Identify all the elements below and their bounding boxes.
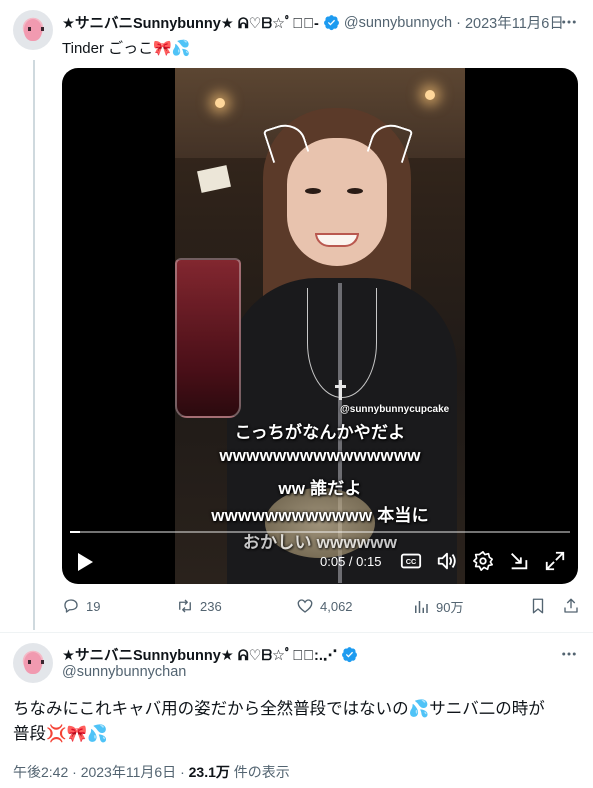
tweet-date[interactable]: 2023年11月6日: [81, 764, 176, 780]
person-eye: [347, 188, 363, 194]
scene-card: [197, 165, 231, 193]
sweat-droplets-emoji: 💦: [171, 40, 191, 57]
separator-dot: ·: [72, 764, 77, 780]
verified-badge-icon[interactable]: [323, 14, 340, 31]
views-chart-icon: [415, 600, 428, 613]
video-caption: wwwwwwwwwwwwwww: [219, 446, 421, 465]
tweet-text-body: Tinder ごっこ: [62, 40, 154, 57]
user-handle[interactable]: @sunnybunnych: [344, 15, 452, 31]
reply-button[interactable]: 19: [62, 597, 100, 615]
bookmark-icon[interactable]: [529, 597, 547, 615]
repost-icon: [179, 599, 191, 613]
tweet-original[interactable]: ★サニバニSunnybunny★ ᕱ♡ᗷ☆ﾟ∿ﾟ- @sunnybunnych …: [0, 0, 593, 632]
ribbon-emoji: 🎀: [66, 725, 88, 743]
more-icon[interactable]: [558, 643, 580, 665]
repost-count: 236: [200, 598, 222, 614]
video-progress-bar[interactable]: [70, 531, 570, 533]
tweet-text: Tinder ごっこ🎀💦: [62, 37, 191, 58]
avatar[interactable]: [13, 643, 53, 683]
cross-pendant: [335, 380, 347, 400]
video-caption: ww 誰だよ: [278, 479, 362, 498]
anger-emoji: 💢: [46, 725, 67, 743]
fullscreen-icon[interactable]: [544, 550, 566, 572]
ribbon-emoji: 🎀: [153, 40, 172, 57]
tweet-time[interactable]: 午後2:42: [13, 764, 68, 780]
scene-lamp: [425, 90, 435, 100]
views-count: 23.1万: [188, 764, 230, 780]
like-button[interactable]: 4,062: [296, 597, 353, 615]
tweet-meta: 午後2:42 · 2023年11月6日 · 23.1万 件の表示: [13, 762, 290, 782]
tweet-text-line1: ちなみにこれキャバ用の姿だから全然普段ではないの: [13, 700, 409, 718]
views-label: 件の表示: [233, 764, 290, 780]
like-count: 4,062: [320, 598, 353, 614]
heart-icon: [297, 599, 313, 613]
person-eye: [305, 188, 321, 194]
tweet-text-line2: 普段: [13, 725, 46, 743]
avatar[interactable]: [13, 10, 53, 50]
reply-icon: [64, 599, 78, 613]
video-caption: こっちがなんかやだよ: [234, 423, 406, 442]
exit-icon[interactable]: [508, 550, 530, 572]
verified-badge-icon[interactable]: [341, 646, 358, 663]
tweet-text: ちなみにこれキャバ用の姿だから全然普段ではないの💦サニバ二の時が 普段💢🎀💦: [13, 697, 573, 747]
tweet-timestamp[interactable]: 2023年11月6日: [465, 12, 564, 33]
volume-icon[interactable]: [436, 550, 458, 572]
more-icon[interactable]: [558, 11, 580, 33]
user-handle[interactable]: @sunnybunnychan: [62, 664, 186, 680]
display-name[interactable]: ★サニバニSunnybunny★ ᕱ♡ᗷ☆ﾟ∿ﾟ:.⋰: [62, 644, 337, 665]
views-button[interactable]: 90万: [412, 597, 463, 616]
video-player[interactable]: @sunnybunnycupcake こっちがなんかやだよ wwwwwwwwww…: [62, 68, 578, 584]
views-count: 90万: [436, 600, 464, 615]
scene-lamp: [215, 98, 225, 108]
tweet-divider: [0, 632, 593, 633]
tweet-header: ★サニバニSunnybunny★ ᕱ♡ᗷ☆ﾟ∿ﾟ:.⋰: [62, 644, 362, 665]
play-icon[interactable]: [76, 552, 94, 572]
video-time: 0:05 / 0:15: [320, 554, 382, 569]
video-watermark: @sunnybunnycupcake: [340, 404, 450, 415]
video-progress-fill: [70, 531, 80, 533]
svg-text:CC: CC: [406, 557, 417, 566]
sweat-droplets-emoji: 💦: [87, 725, 108, 743]
share-icon[interactable]: [562, 597, 580, 615]
tweet-text-line1-tail: サニバ二の時が: [429, 700, 545, 718]
sweat-droplets-emoji: 💦: [408, 700, 430, 718]
captions-icon[interactable]: CC: [400, 550, 422, 572]
separator-dot: ·: [456, 14, 461, 31]
drink-glass: [175, 258, 241, 418]
settings-icon[interactable]: [472, 550, 494, 572]
separator-dot: ·: [180, 764, 185, 780]
repost-button[interactable]: 236: [176, 597, 222, 615]
display-name[interactable]: ★サニバニSunnybunny★ ᕱ♡ᗷ☆ﾟ∿ﾟ-: [62, 12, 319, 33]
tweet-header: ★サニバニSunnybunny★ ᕱ♡ᗷ☆ﾟ∿ﾟ- @sunnybunnych …: [62, 12, 564, 33]
video-caption: wwwwwwwwwwww 本当に: [211, 506, 429, 525]
reply-count: 19: [86, 598, 101, 614]
